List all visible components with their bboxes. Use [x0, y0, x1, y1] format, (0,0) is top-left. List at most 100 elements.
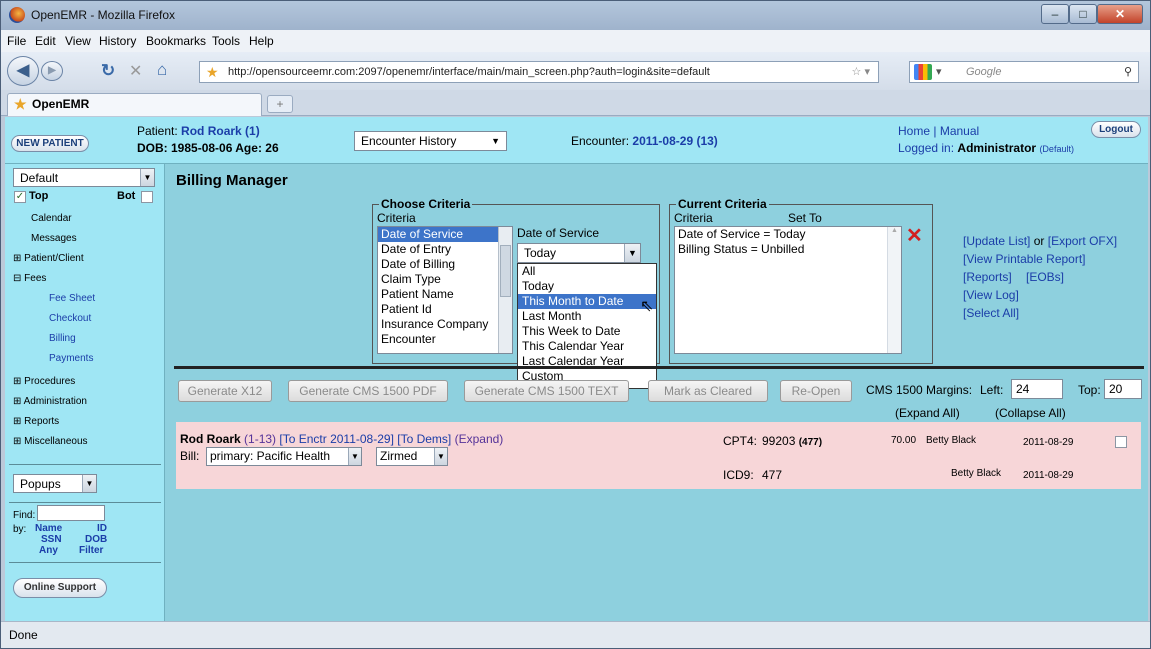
- search-by-name[interactable]: Name: [35, 523, 62, 534]
- encounter-history-select[interactable]: Encounter History ▼: [354, 131, 507, 151]
- menu-file[interactable]: File: [7, 34, 26, 48]
- maximize-button[interactable]: □: [1069, 4, 1097, 24]
- expand-link[interactable]: (Expand): [455, 432, 504, 446]
- criteria-list[interactable]: Date of Service Date of Entry Date of Bi…: [377, 226, 513, 354]
- logout-button[interactable]: Logout: [1091, 121, 1141, 138]
- scrollbar-thumb[interactable]: [500, 245, 511, 297]
- criteria-option[interactable]: Insurance Company: [378, 317, 512, 332]
- search-by-dob[interactable]: DOB: [85, 534, 107, 545]
- patient-name-link[interactable]: Rod Roark (1): [181, 124, 260, 138]
- dos-option[interactable]: This Calendar Year: [518, 339, 656, 354]
- view-log-link[interactable]: [View Log]: [963, 288, 1019, 302]
- menu-help[interactable]: Help: [249, 34, 274, 48]
- to-dems-link[interactable]: [To Dems]: [397, 432, 451, 446]
- criteria-option[interactable]: Date of Service: [378, 227, 512, 242]
- dos-option[interactable]: Last Month: [518, 309, 656, 324]
- bot-checkbox[interactable]: [141, 191, 153, 203]
- dos-option[interactable]: All: [518, 264, 656, 279]
- layout-select[interactable]: Default ▼: [13, 168, 155, 187]
- current-criteria-list[interactable]: Date of Service = Today Billing Status =…: [674, 226, 902, 354]
- home-link[interactable]: Home: [898, 124, 930, 138]
- calendar-link[interactable]: Calendar: [31, 213, 72, 224]
- generate-x12-button[interactable]: Generate X12: [178, 380, 272, 402]
- messages-link[interactable]: Messages: [31, 233, 77, 244]
- home-icon[interactable]: ⌂: [157, 60, 167, 80]
- menu-view[interactable]: View: [65, 34, 91, 48]
- new-patient-button[interactable]: NEW PATIENT: [11, 135, 89, 152]
- generate-cms-pdf-button[interactable]: Generate CMS 1500 PDF: [288, 380, 448, 402]
- procedures-group[interactable]: ⊞ Procedures: [13, 376, 75, 387]
- back-icon[interactable]: ◀: [7, 56, 39, 86]
- criteria-option[interactable]: Patient Name: [378, 287, 512, 302]
- bill-payer-select[interactable]: primary: Pacific Health ▼: [206, 447, 362, 466]
- search-filter[interactable]: Filter: [79, 545, 103, 556]
- fees-group[interactable]: ⊟ Fees: [13, 273, 46, 284]
- new-tab-button[interactable]: +: [267, 95, 293, 113]
- mark-cleared-button[interactable]: Mark as Cleared: [648, 380, 768, 402]
- select-all-link[interactable]: [Select All]: [963, 306, 1019, 320]
- manual-link[interactable]: Manual: [940, 124, 979, 138]
- collapse-all-link[interactable]: (Collapse All): [995, 406, 1066, 420]
- billing-link[interactable]: Billing: [49, 333, 76, 344]
- close-button[interactable]: ✕: [1097, 4, 1143, 24]
- left-margin-input[interactable]: 24: [1011, 379, 1063, 399]
- remove-criterion-icon[interactable]: ✕: [906, 223, 923, 248]
- dos-select[interactable]: Today ▼: [517, 243, 641, 263]
- forward-icon[interactable]: ▶: [41, 61, 63, 81]
- update-list-link[interactable]: [Update List]: [963, 234, 1030, 248]
- reports-group[interactable]: ⊞ Reports: [13, 416, 59, 427]
- checkout-link[interactable]: Checkout: [49, 313, 91, 324]
- menu-edit[interactable]: Edit: [35, 34, 56, 48]
- online-support-button[interactable]: Online Support: [13, 578, 107, 598]
- patient-client-group[interactable]: ⊞ Patient/Client: [13, 253, 84, 264]
- criteria-option[interactable]: Encounter: [378, 332, 512, 347]
- criteria-option[interactable]: Patient Id: [378, 302, 512, 317]
- menu-history[interactable]: History: [99, 34, 136, 48]
- bookmark-star-icon[interactable]: ☆ ▾: [852, 62, 870, 82]
- encounter-link[interactable]: 2011-08-29 (13): [632, 134, 717, 148]
- eobs-link[interactable]: [EOBs]: [1026, 270, 1064, 284]
- stop-icon[interactable]: ✕: [129, 61, 142, 81]
- printable-report-link[interactable]: [View Printable Report]: [963, 252, 1086, 266]
- current-criterion[interactable]: Billing Status = Unbilled: [675, 242, 901, 257]
- top-margin-input[interactable]: 20: [1104, 379, 1142, 399]
- generate-cms-text-button[interactable]: Generate CMS 1500 TEXT: [464, 380, 629, 402]
- expand-all-link[interactable]: (Expand All): [895, 406, 960, 420]
- administration-group[interactable]: ⊞ Administration: [13, 396, 87, 407]
- criteria-option[interactable]: Date of Entry: [378, 242, 512, 257]
- miscellaneous-group[interactable]: ⊞ Miscellaneous: [13, 436, 88, 447]
- scrollbar[interactable]: [498, 227, 512, 353]
- export-ofx-link[interactable]: [Export OFX]: [1048, 234, 1117, 248]
- menu-tools[interactable]: Tools: [212, 34, 240, 48]
- dos-option-highlighted[interactable]: This Month to Date: [518, 294, 656, 309]
- current-criterion[interactable]: Date of Service = Today: [675, 227, 901, 242]
- top-checkbox[interactable]: ✓: [14, 191, 26, 203]
- search-by-id[interactable]: ID: [97, 523, 107, 534]
- criteria-option[interactable]: Date of Billing: [378, 257, 512, 272]
- partner-select[interactable]: Zirmed ▼: [376, 447, 448, 466]
- to-encounter-link[interactable]: [To Enctr 2011-08-29]: [279, 432, 394, 446]
- reload-icon[interactable]: ↻: [101, 61, 115, 81]
- search-by-any[interactable]: Any: [39, 545, 58, 556]
- search-by-ssn[interactable]: SSN: [41, 534, 62, 545]
- tab-openemr[interactable]: ★ OpenEMR: [7, 93, 262, 116]
- dos-option[interactable]: Today: [518, 279, 656, 294]
- navigation-toolbar: ◀ ▶ ↻ ✕ ⌂ ★ http://opensourceemr.com:209…: [1, 52, 1150, 90]
- scrollbar[interactable]: ▲: [887, 227, 901, 353]
- payments-link[interactable]: Payments: [49, 353, 93, 364]
- search-box[interactable]: ▾ Google ⚲: [909, 61, 1139, 83]
- re-open-button[interactable]: Re-Open: [780, 380, 852, 402]
- search-icon[interactable]: ⚲: [1124, 62, 1132, 82]
- menu-bookmarks[interactable]: Bookmarks: [146, 34, 206, 48]
- reports-link[interactable]: [Reports]: [963, 270, 1012, 284]
- dos-dropdown[interactable]: All Today This Month to Date Last Month …: [517, 263, 657, 389]
- criteria-option[interactable]: Claim Type: [378, 272, 512, 287]
- row-select-checkbox[interactable]: [1115, 436, 1127, 448]
- dos-option[interactable]: This Week to Date: [518, 324, 656, 339]
- address-bar[interactable]: ★ http://opensourceemr.com:2097/openemr/…: [199, 61, 879, 83]
- fee-sheet-link[interactable]: Fee Sheet: [49, 293, 95, 304]
- minimize-button[interactable]: –: [1041, 4, 1069, 24]
- popups-select[interactable]: Popups ▼: [13, 474, 97, 493]
- find-input[interactable]: [37, 505, 105, 521]
- google-icon[interactable]: [914, 64, 932, 80]
